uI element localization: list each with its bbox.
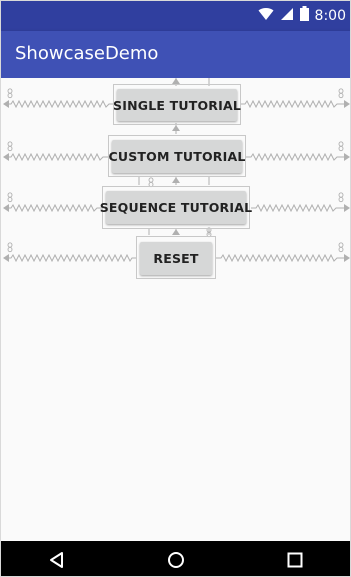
- constraint-arrow: [3, 204, 9, 212]
- chain-link-icon: [338, 192, 344, 203]
- wifi-icon: [258, 7, 274, 26]
- constraint-arrow: [3, 100, 9, 108]
- app-bar: ShowcaseDemo: [1, 31, 350, 78]
- single-tutorial-button[interactable]: SINGLE TUTORIAL: [113, 89, 241, 121]
- constraint-arrow: [344, 153, 350, 161]
- custom-tutorial-button[interactable]: CUSTOM TUTORIAL: [109, 140, 245, 173]
- constraint-spring: [246, 152, 348, 162]
- status-time: 8:00: [314, 8, 346, 24]
- content-area: SINGLE TUTORIAL CUSTOM TUTORIAL SEQUENCE…: [1, 78, 350, 541]
- reset-button[interactable]: RESET: [140, 242, 212, 275]
- constraint-spring: [5, 253, 137, 263]
- chain-link-icon: [338, 88, 344, 99]
- back-icon[interactable]: [47, 550, 67, 570]
- constraint-arrow: [3, 153, 9, 161]
- nav-bar: [1, 541, 350, 576]
- chain-link-icon: [338, 141, 344, 152]
- constraint-arrow: [344, 100, 350, 108]
- constraint-arrow: [172, 229, 180, 235]
- constraint-spring: [240, 99, 348, 109]
- chain-link-icon: [338, 242, 344, 253]
- battery-icon: [299, 6, 309, 26]
- sequence-tutorial-button[interactable]: SEQUENCE TUTORIAL: [100, 191, 252, 224]
- chain-link-icon: [7, 141, 13, 152]
- app-title: ShowcaseDemo: [15, 43, 159, 64]
- constraint-arrow: [344, 254, 350, 262]
- constraint-spring: [5, 152, 108, 162]
- home-icon[interactable]: [166, 550, 186, 570]
- chain-link-icon: [7, 192, 13, 203]
- constraint-arrow: [344, 204, 350, 212]
- chain-link-icon: [7, 242, 13, 253]
- chain-link-icon: [7, 88, 13, 99]
- recents-icon[interactable]: [285, 550, 305, 570]
- constraint-spring: [216, 253, 348, 263]
- constraint-spring: [5, 203, 102, 213]
- constraint-arrow: [172, 125, 180, 131]
- constraint-arrow: [3, 254, 9, 262]
- status-icons: 8:00: [258, 6, 346, 26]
- constraint-spring: [5, 99, 114, 109]
- constraint-arrow: [172, 177, 180, 183]
- status-bar: 8:00: [1, 1, 350, 31]
- signal-icon: [280, 7, 294, 26]
- constraint-spring: [251, 203, 348, 213]
- phone-screen: 8:00 ShowcaseDemo SINGLE TUTORIAL CUSTOM…: [0, 0, 351, 577]
